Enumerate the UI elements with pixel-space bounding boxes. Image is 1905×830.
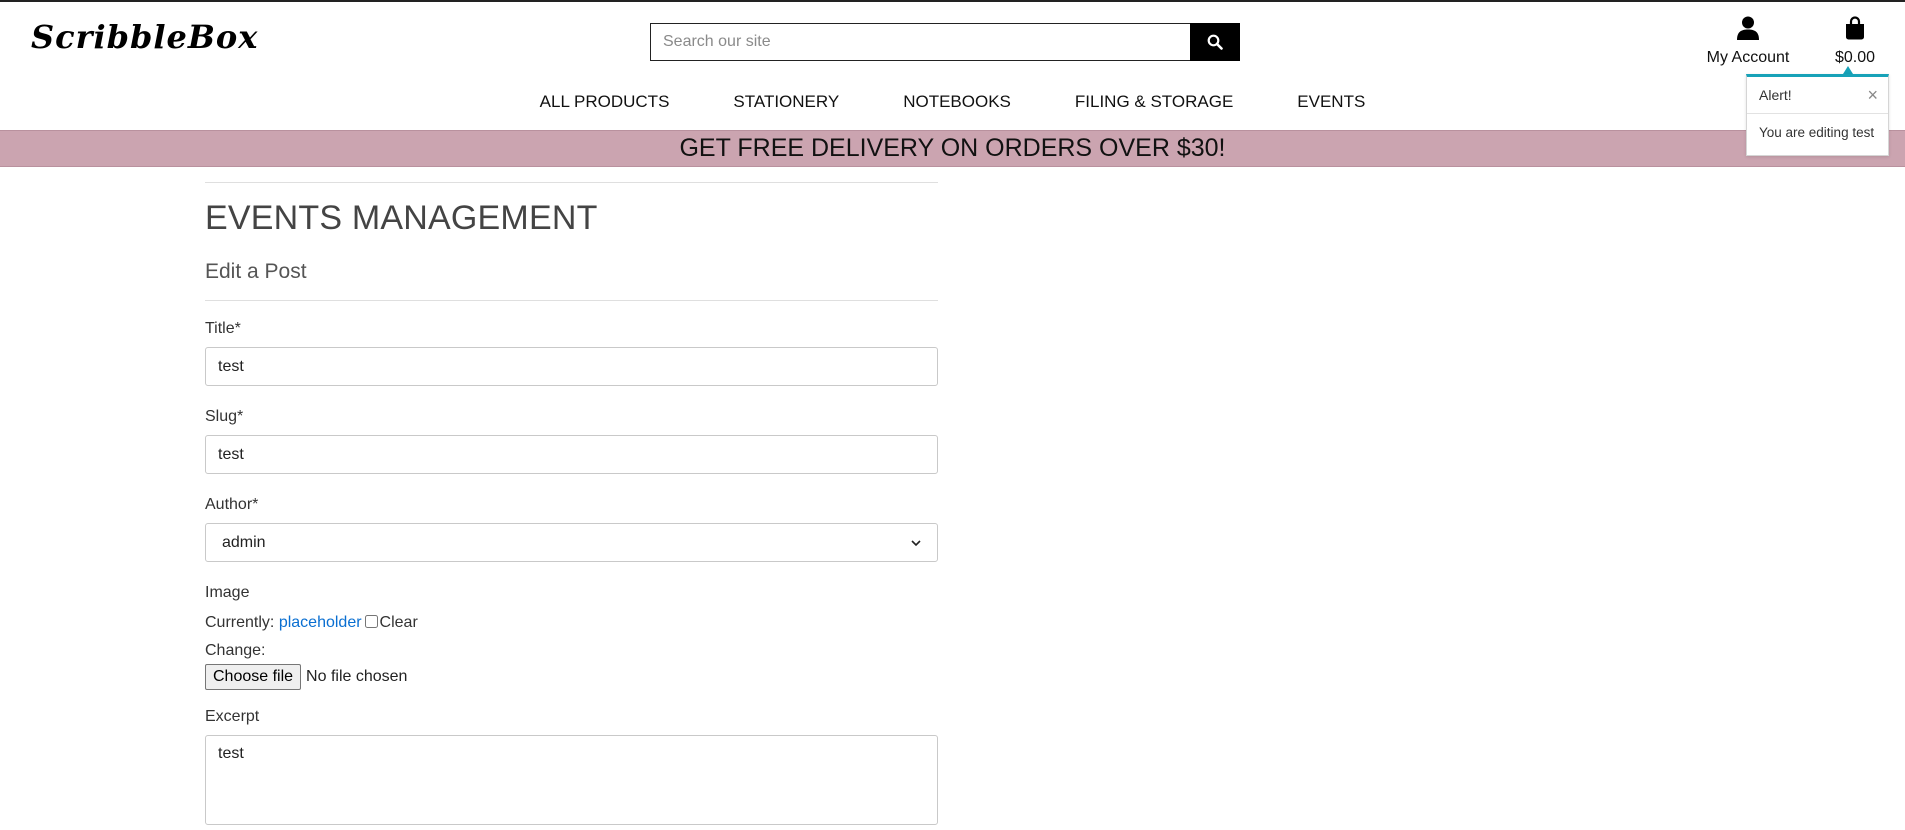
change-label: Change: — [205, 642, 266, 659]
image-current-row: Currently: placeholder Clear — [205, 614, 938, 632]
page-title: EVENTS MANAGEMENT — [205, 199, 598, 237]
my-account-link[interactable]: My Account — [1700, 16, 1796, 67]
title-input[interactable] — [205, 347, 938, 386]
no-file-text: No file chosen — [306, 668, 408, 685]
bag-total: $0.00 — [1834, 49, 1876, 66]
shopping-bag-link[interactable]: $0.00 — [1820, 16, 1890, 67]
currently-label: Currently: — [205, 614, 275, 631]
toast-pointer — [1843, 66, 1853, 74]
author-label: Author* — [205, 496, 259, 513]
alert-toast: Alert! × You are editing test — [1746, 74, 1889, 156]
toast-title: Alert! — [1759, 87, 1792, 103]
nav-item-all-products[interactable]: ALL PRODUCTS — [540, 92, 670, 112]
user-icon — [1737, 16, 1759, 40]
my-account-label: My Account — [1706, 49, 1790, 66]
slug-group: Slug* — [205, 408, 938, 474]
toast-message: You are editing test — [1759, 125, 1875, 140]
divider — [205, 300, 938, 301]
site-search — [650, 23, 1240, 61]
delivery-banner: GET FREE DELIVERY ON ORDERS OVER $30! — [0, 130, 1905, 167]
divider — [205, 182, 938, 183]
excerpt-group: Excerpt test — [205, 708, 938, 830]
nav-item-filing-storage[interactable]: FILING & STORAGE — [1075, 92, 1233, 112]
search-button[interactable] — [1190, 23, 1240, 61]
clear-label: Clear — [379, 614, 418, 631]
search-input[interactable] — [650, 23, 1190, 61]
nav-item-events[interactable]: EVENTS — [1297, 92, 1365, 112]
main-content: EVENTS MANAGEMENT Edit a Post Title* Slu… — [205, 182, 938, 830]
chevron-down-icon — [911, 539, 921, 546]
file-picker: Choose file No file chosen — [205, 664, 938, 690]
image-group: Image Currently: placeholder Clear Change… — [205, 584, 938, 690]
title-label: Title* — [205, 320, 241, 337]
author-group: Author* admin — [205, 496, 938, 562]
clear-image-checkbox[interactable] — [364, 615, 378, 628]
excerpt-textarea[interactable]: test — [205, 735, 938, 825]
image-label: Image — [205, 584, 250, 601]
shopping-bag-icon — [1846, 16, 1864, 40]
delivery-banner-text: GET FREE DELIVERY ON ORDERS OVER $30! — [679, 134, 1226, 162]
nav-item-stationery[interactable]: STATIONERY — [733, 92, 839, 112]
site-logo[interactable]: ScribbleBox — [31, 18, 258, 56]
main-navigation: ALL PRODUCTS STATIONERY NOTEBOOKS FILING… — [0, 92, 1905, 112]
search-icon — [1207, 34, 1223, 50]
page-subtitle: Edit a Post — [205, 260, 307, 283]
excerpt-label: Excerpt — [205, 708, 260, 725]
author-selected-value: admin — [222, 533, 266, 551]
title-group: Title* — [205, 320, 938, 386]
slug-label: Slug* — [205, 408, 244, 425]
top-border — [0, 0, 1905, 2]
slug-input[interactable] — [205, 435, 938, 474]
current-image-link[interactable]: placeholder — [279, 614, 362, 631]
choose-file-button[interactable]: Choose file — [205, 664, 302, 690]
toast-header: Alert! × — [1747, 77, 1888, 114]
nav-item-notebooks[interactable]: NOTEBOOKS — [903, 92, 1011, 112]
close-icon[interactable]: × — [1867, 86, 1878, 104]
author-select[interactable]: admin — [205, 523, 938, 562]
